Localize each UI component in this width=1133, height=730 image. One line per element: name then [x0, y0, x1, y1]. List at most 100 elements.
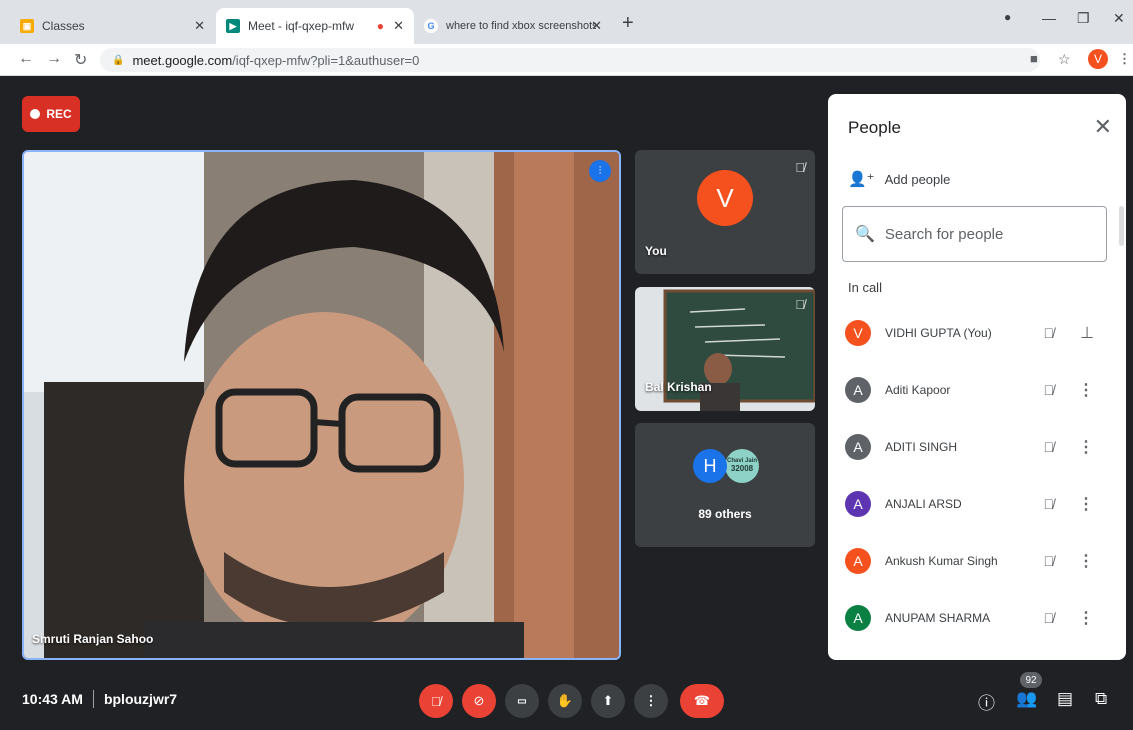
people-panel: People ✕ 👤⁺ Add people 🔍 In call V VIDHI… — [828, 94, 1126, 660]
activities-icon[interactable]: ⧉ — [1095, 689, 1107, 709]
pin-icon[interactable]: ⊥ — [1080, 323, 1094, 343]
info-icon[interactable]: ⓘ — [978, 689, 995, 714]
kebab-menu-icon[interactable]: ⋮ — [1118, 51, 1131, 67]
self-avatar: V — [697, 170, 753, 226]
address-bar[interactable]: 🔒 meet.google.com/iqf-qxep-mfw?pli=1&aut… — [100, 48, 1040, 72]
avatar: V — [845, 319, 871, 346]
others-avatar-image: Chavi Jain 32008 — [725, 449, 759, 483]
new-tab-button[interactable]: + — [622, 12, 634, 35]
more-options-icon[interactable]: ⋮ — [1078, 380, 1094, 400]
meeting-code: bplouzjwr7 — [103, 691, 178, 707]
mic-off-icon: 🎙̸ — [1043, 381, 1055, 398]
present-icon: ⬆ — [602, 693, 614, 708]
mic-off-icon: 🎙̸ — [1043, 495, 1055, 512]
kebab-menu-icon: ⋮ — [644, 693, 658, 708]
tab-meet[interactable]: ▶ Meet - iqf-qxep-mfw ● ✕ — [216, 8, 414, 44]
camera-off-icon: ⊘ — [473, 693, 485, 708]
recording-badge: REC — [22, 96, 80, 132]
avatar: A — [845, 433, 871, 460]
restore-button[interactable]: ❐ — [1077, 10, 1090, 27]
list-item[interactable]: A Ankush Kumar Singh 🎙̸ ⋮ — [828, 532, 1126, 589]
tab-title: where to find xbox screenshots o — [446, 20, 596, 32]
url-host: meet.google.com — [132, 52, 233, 68]
divider — [92, 690, 94, 708]
add-people-button[interactable]: 👤⁺ Add people — [848, 170, 950, 188]
captions-button[interactable]: ▭ — [505, 684, 539, 718]
speaking-indicator-icon: ⫶ — [589, 160, 611, 182]
more-options-icon[interactable]: ⋮ — [1078, 494, 1094, 514]
list-item[interactable]: A ADITI SINGH 🎙̸ ⋮ — [828, 418, 1126, 475]
scrollbar[interactable] — [1119, 206, 1124, 246]
more-options-icon[interactable]: ⋮ — [1078, 608, 1094, 628]
lock-icon: 🔒 — [112, 54, 125, 66]
close-icon[interactable]: ✕ — [591, 18, 602, 34]
mic-off-icon: 🎙̸ — [1043, 552, 1055, 569]
in-call-section-label: In call — [848, 280, 882, 295]
list-item[interactable]: A ANUPAM SHARMA 🎙̸ ⋮ — [828, 589, 1126, 646]
speaker-video — [24, 152, 619, 658]
people-list: V VIDHI GUPTA (You) 🎙̸ ⊥ A Aditi Kapoor … — [828, 304, 1126, 646]
close-icon[interactable]: ✕ — [393, 18, 404, 34]
browser-tab-bar: ▣ Classes ✕ ▶ Meet - iqf-qxep-mfw ● ✕ G … — [0, 0, 1133, 44]
hand-icon: ✋ — [556, 693, 574, 708]
list-item[interactable]: V VIDHI GUPTA (You) 🎙̸ ⊥ — [828, 304, 1126, 361]
more-options-icon[interactable]: ⋮ — [1078, 551, 1094, 571]
chat-icon[interactable]: ▤ — [1057, 689, 1073, 709]
avatar: A — [845, 376, 871, 403]
tab-google-search[interactable]: G where to find xbox screenshots o ✕ — [414, 8, 612, 44]
minimize-button[interactable]: — — [1042, 10, 1056, 26]
others-count-label: 89 others — [698, 507, 752, 521]
bal-krishan-tile[interactable]: 🎙̸ Bal Krishan — [635, 287, 815, 411]
list-item[interactable]: A Aditi Kapoor 🎙̸ ⋮ — [828, 361, 1126, 418]
more-options-icon[interactable]: ⋮ — [1078, 437, 1094, 457]
camera-icon[interactable]: ■ — [1030, 51, 1038, 66]
mic-toggle-button[interactable]: 🎙̸ — [419, 684, 453, 718]
meeting-info: 10:43 AM bplouzjwr7 — [22, 690, 177, 708]
main-video-tile[interactable]: ⫶ Smruti Ranjan Sahoo — [22, 150, 621, 660]
record-dot-icon — [30, 109, 41, 119]
avatar: A — [845, 604, 871, 631]
profile-avatar[interactable]: V — [1088, 49, 1108, 69]
people-icon[interactable]: 👥 — [1016, 689, 1037, 709]
person-name: Ankush Kumar Singh — [885, 553, 998, 568]
recording-dot-icon: ● — [376, 19, 384, 33]
search-box[interactable]: 🔍 — [842, 206, 1107, 262]
mic-off-icon: 🎙̸ — [795, 160, 805, 175]
forward-arrow-icon[interactable]: → — [46, 50, 62, 68]
url-path: /iqf-qxep-mfw?pli=1&authuser=0 — [232, 52, 420, 68]
avatar-image-text: 32008 — [730, 463, 754, 473]
tile-label-you: You — [645, 244, 667, 258]
list-item[interactable]: A ANJALI ARSD 🎙̸ ⋮ — [828, 475, 1126, 532]
person-name: ADITI SINGH — [885, 439, 958, 454]
self-tile[interactable]: V 🎙̸ You — [635, 150, 815, 274]
camera-toggle-button[interactable]: ⊘ — [462, 684, 496, 718]
mic-off-icon: 🎙̸ — [1043, 609, 1055, 626]
mic-off-icon: 🎙̸ — [431, 693, 441, 709]
present-button[interactable]: ⬆ — [591, 684, 625, 718]
person-name: ANUPAM SHARMA — [885, 610, 991, 625]
tab-title: Meet - iqf-qxep-mfw — [248, 19, 355, 33]
tile-label-bal-krishan: Bal Krishan — [645, 380, 712, 394]
leave-call-button[interactable]: ☎ — [680, 684, 724, 718]
close-icon[interactable]: ✕ — [1094, 114, 1112, 140]
person-name: Aditi Kapoor — [885, 382, 951, 397]
reload-icon[interactable]: ↻ — [74, 50, 87, 70]
extension-icon[interactable]: ● — [1004, 10, 1011, 24]
mic-off-icon: 🎙̸ — [795, 297, 805, 312]
close-icon[interactable]: ✕ — [194, 18, 205, 34]
classroom-icon: ▣ — [20, 19, 34, 33]
raise-hand-button[interactable]: ✋ — [548, 684, 582, 718]
search-icon: 🔍 — [855, 226, 875, 243]
more-options-button[interactable]: ⋮ — [634, 684, 668, 718]
back-arrow-icon[interactable]: ← — [18, 50, 34, 68]
others-tile[interactable]: H Chavi Jain 32008 89 others — [635, 423, 815, 547]
star-icon[interactable]: ☆ — [1058, 51, 1071, 68]
mic-off-icon: 🎙̸ — [1043, 438, 1055, 455]
clock-time: 10:43 AM — [22, 691, 83, 707]
tab-classes[interactable]: ▣ Classes ✕ — [10, 8, 215, 44]
add-people-label: Add people — [884, 171, 951, 187]
close-window-button[interactable]: ✕ — [1113, 10, 1125, 27]
search-input[interactable] — [884, 225, 1085, 243]
google-icon: G — [424, 19, 438, 33]
person-name: ANJALI ARSD — [885, 496, 962, 511]
